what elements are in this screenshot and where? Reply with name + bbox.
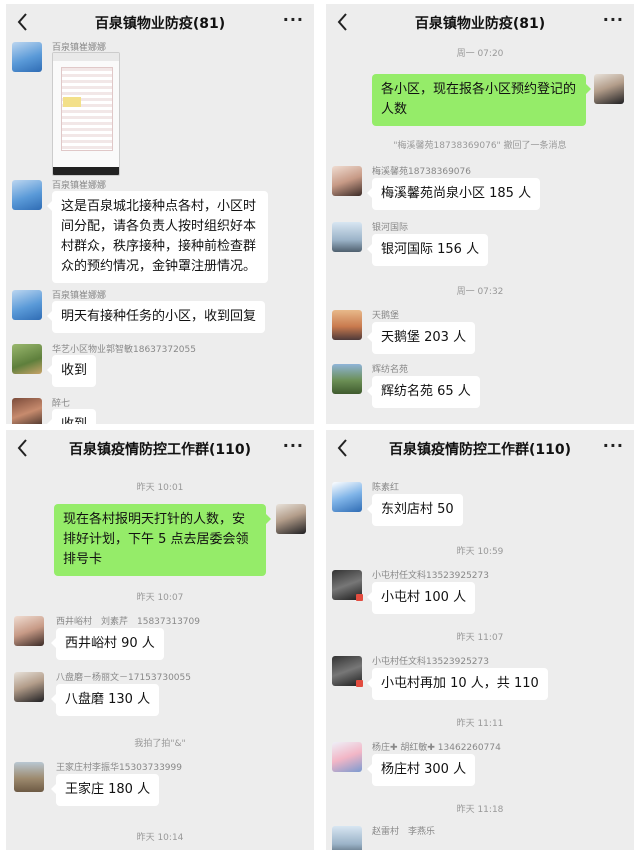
message-bubble[interactable]: 辉纺名苑 65 人 bbox=[367, 376, 480, 408]
timestamp: 昨天 11:07 bbox=[456, 633, 504, 643]
recall-notice: "梅溪馨苑18738369076" 撤回了一条消息 bbox=[393, 141, 567, 151]
screenshot-image[interactable] bbox=[52, 52, 120, 176]
avatar[interactable] bbox=[14, 672, 44, 702]
message-bubble[interactable]: 小屯村 100 人 bbox=[366, 582, 476, 614]
sender-name: 百泉镇崔娜娜 bbox=[52, 181, 107, 191]
avatar[interactable] bbox=[332, 166, 362, 196]
message-bubble[interactable]: 梅溪馨苑尚泉小区 185 人 bbox=[366, 178, 541, 210]
timestamp: 昨天 10:59 bbox=[456, 547, 504, 557]
message-bubble[interactable]: 东刘店村 50 bbox=[367, 494, 463, 526]
sender-name: 华艺小区物业郭智敏18637372055 bbox=[52, 345, 196, 355]
more-dots-icon[interactable]: ··· bbox=[603, 436, 624, 455]
sender-name: 小屯村任文科13523925273 bbox=[372, 657, 489, 667]
avatar[interactable] bbox=[332, 742, 362, 772]
avatar[interactable] bbox=[332, 310, 362, 340]
chat-header: 百泉镇疫情防控工作群(110) ··· bbox=[6, 430, 314, 466]
self-message-bubble[interactable]: 各小区，现在报各小区预约登记的人数 bbox=[372, 74, 591, 126]
avatar[interactable] bbox=[332, 826, 362, 850]
avatar[interactable] bbox=[12, 180, 42, 210]
more-dots-icon[interactable]: ··· bbox=[283, 436, 304, 455]
badge bbox=[356, 680, 363, 687]
self-avatar[interactable] bbox=[276, 504, 306, 534]
timestamp: 昨天 11:18 bbox=[456, 805, 504, 815]
avatar[interactable] bbox=[332, 222, 362, 252]
avatar[interactable] bbox=[12, 42, 42, 72]
sender-name: 醉七 bbox=[52, 399, 71, 409]
sender-name: 梅溪馨苑18738369076 bbox=[372, 167, 471, 177]
timestamp: 昨天 10:14 bbox=[136, 833, 184, 843]
badge bbox=[356, 594, 363, 601]
timestamp: 昨天 10:01 bbox=[136, 483, 184, 493]
message-bubble[interactable]: 王家庄 180 人 bbox=[50, 774, 160, 806]
message-bubble[interactable]: 这是百泉城北接种点各村，小区时间分配，请各负责人按时组织好本村群众，秩序接种，接… bbox=[47, 191, 268, 283]
avatar[interactable] bbox=[14, 762, 44, 792]
avatar[interactable] bbox=[12, 290, 42, 320]
chat-header: 百泉镇疫情防控工作群(110) ··· bbox=[326, 430, 634, 466]
message-bubble[interactable]: 八盘磨 130 人 bbox=[50, 684, 160, 716]
sender-name: 小屯村任文科13523925273 bbox=[372, 571, 489, 581]
sender-name: 八盘磨－杨丽文－17153730055 bbox=[56, 673, 191, 683]
chat-panel-2: 百泉镇物业防疫(81) ··· 周一 07:20 各小区，现在报各小区预约登记的… bbox=[326, 4, 634, 424]
avatar[interactable] bbox=[12, 344, 42, 374]
message-bubble[interactable]: 明天有接种任务的小区，收到回复 bbox=[46, 301, 266, 333]
sender-name: 银河国际 bbox=[372, 223, 409, 233]
chat-panel-1: 百泉镇物业防疫(81) ··· 百泉镇崔娜娜 百泉镇崔娜娜 这是百泉城北接种点各… bbox=[6, 4, 314, 424]
chat-title: 百泉镇物业防疫(81) bbox=[94, 16, 226, 32]
self-message-bubble[interactable]: 现在各村报明天打针的人数，安排好计划，下午 5 点去居委会领排号卡 bbox=[54, 504, 271, 576]
sender-name: 陈素红 bbox=[372, 483, 400, 493]
message-bubble[interactable]: 银河国际 156 人 bbox=[366, 234, 489, 266]
message-bubble[interactable]: 收到 bbox=[46, 409, 97, 424]
sender-name: 辉纺名苑 bbox=[372, 365, 409, 375]
chat-title: 百泉镇物业防疫(81) bbox=[414, 16, 546, 32]
timestamp: 周一 07:20 bbox=[456, 49, 504, 59]
message-bubble[interactable]: 小屯村再加 10 人，共 110 bbox=[367, 668, 548, 700]
chat-panel-4: 百泉镇疫情防控工作群(110) ··· 陈素红 东刘店村 50 昨天 10:59… bbox=[326, 430, 634, 850]
timestamp: 昨天 11:11 bbox=[456, 719, 504, 729]
message-bubble[interactable]: 杨庄村 300 人 bbox=[366, 754, 476, 786]
message-bubble[interactable]: 天鹅堡 203 人 bbox=[366, 322, 476, 354]
more-dots-icon[interactable]: ··· bbox=[283, 10, 304, 29]
sender-name: 王家庄村李振华15303733999 bbox=[56, 763, 182, 773]
avatar[interactable] bbox=[14, 616, 44, 646]
chat-header: 百泉镇物业防疫(81) ··· bbox=[6, 4, 314, 40]
sender-name: 赵雷村 李燕乐 bbox=[372, 827, 436, 837]
self-avatar[interactable] bbox=[594, 74, 624, 104]
avatar[interactable] bbox=[332, 482, 362, 512]
pat-notice: 我拍了拍"&" bbox=[134, 739, 186, 749]
chat-header: 百泉镇物业防疫(81) ··· bbox=[326, 4, 634, 40]
sender-name: 西井峪村 刘素芹 15837313709 bbox=[56, 617, 200, 627]
sender-name: 杨庄✚ 胡红敏✚ 13462260774 bbox=[372, 743, 501, 753]
chat-title: 百泉镇疫情防控工作群(110) bbox=[388, 442, 572, 458]
sender-name: 天鹅堡 bbox=[372, 311, 400, 321]
chat-title: 百泉镇疫情防控工作群(110) bbox=[68, 442, 252, 458]
sender-name: 百泉镇崔娜娜 bbox=[52, 291, 107, 301]
avatar[interactable] bbox=[332, 364, 362, 394]
message-bubble[interactable]: 西井峪村 90 人 bbox=[51, 628, 164, 660]
more-dots-icon[interactable]: ··· bbox=[603, 10, 624, 29]
chat-panel-3: 百泉镇疫情防控工作群(110) ··· 昨天 10:01 现在各村报明天打针的人… bbox=[6, 430, 314, 850]
message-bubble[interactable]: 收到 bbox=[46, 355, 97, 387]
timestamp: 昨天 10:07 bbox=[136, 593, 184, 603]
timestamp: 周一 07:32 bbox=[456, 287, 504, 297]
avatar[interactable] bbox=[12, 398, 42, 424]
